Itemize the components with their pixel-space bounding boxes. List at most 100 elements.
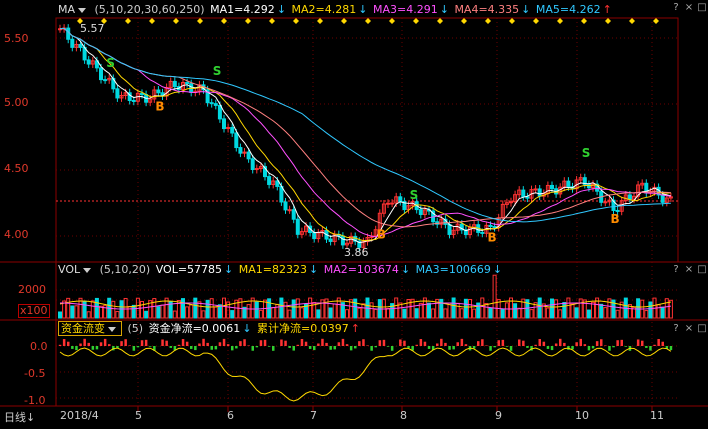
period-selector[interactable]: 日线↓ — [4, 409, 35, 425]
vol-selector[interactable]: VOL — [58, 263, 94, 276]
flow-bar — [198, 343, 201, 346]
flow-bar — [509, 346, 513, 351]
flow-bar — [263, 339, 267, 346]
volume-legend: VOL (5,10,20) VOL=57785 ↓ MA1=82323 ↓ MA2=… — [58, 263, 503, 276]
ma-line — [59, 27, 671, 238]
flow-bar — [653, 344, 656, 346]
flow-bar — [206, 342, 209, 346]
flow-bar — [190, 346, 193, 349]
close-icon[interactable]: × — [683, 2, 695, 13]
volume-bar — [254, 301, 259, 319]
event-marker — [557, 18, 563, 24]
event-marker — [413, 18, 419, 24]
flow-bar — [362, 339, 365, 346]
flow-selector[interactable]: 资金流变 — [58, 321, 122, 336]
volume-bar — [517, 307, 522, 319]
candle-body — [250, 158, 255, 171]
flow-line — [59, 347, 672, 402]
volume-bar — [94, 297, 99, 319]
chevron-down-icon[interactable] — [83, 267, 92, 273]
volume-bar — [484, 303, 489, 319]
flow-bar — [403, 340, 406, 346]
flow-bar — [128, 345, 131, 346]
volume-bar — [562, 302, 567, 319]
signal-marker: S — [213, 64, 222, 78]
volume-bar — [463, 298, 468, 319]
indicator-selector[interactable]: MA — [58, 3, 89, 16]
flow-bar — [477, 341, 480, 346]
flow-bar — [382, 339, 386, 346]
flow-cum: 累计净流=0.0397 — [257, 322, 349, 335]
volume-bar — [308, 297, 313, 319]
volume-bar — [591, 301, 595, 319]
event-marker — [317, 18, 323, 24]
flow-bar — [185, 341, 189, 346]
event-marker — [653, 18, 659, 24]
flow-bar — [341, 338, 345, 346]
candle-body — [254, 168, 259, 171]
candle-body — [140, 92, 144, 96]
ma5-value: MA5=4.262 — [535, 3, 601, 16]
help-icon[interactable]: ? — [670, 323, 682, 334]
flow-bar — [534, 344, 537, 346]
volume-bar — [586, 309, 591, 319]
flow-bar — [349, 346, 353, 351]
volume-bar — [115, 311, 120, 319]
candle-body — [238, 147, 243, 154]
price-tick: 5.50 — [4, 32, 29, 45]
flow-bar — [308, 346, 312, 349]
flow-bar — [210, 346, 213, 350]
volume-bar — [664, 298, 669, 319]
candle-body — [340, 235, 345, 246]
help-icon[interactable]: ? — [670, 264, 682, 275]
volume-bar — [160, 304, 165, 319]
candle-body — [213, 103, 218, 106]
chevron-down-icon[interactable] — [78, 7, 87, 13]
flow-bar — [345, 344, 349, 346]
volume-bar — [615, 309, 620, 319]
flow-bar — [542, 341, 546, 346]
flow-bar — [222, 338, 226, 346]
x-label: 8 — [400, 409, 407, 422]
maximize-icon[interactable]: □ — [696, 323, 708, 334]
flow-bar — [522, 340, 525, 346]
candle-body — [267, 176, 272, 185]
volume-bar — [74, 305, 79, 319]
volume-unit: x100 — [18, 304, 50, 318]
flow-bar — [243, 339, 246, 346]
candle-body — [550, 184, 554, 190]
flow-bar — [284, 340, 287, 346]
candle-body — [99, 67, 103, 81]
candle-body — [386, 202, 390, 205]
flow-bar — [108, 344, 111, 346]
help-icon[interactable]: ? — [670, 2, 682, 13]
flow-bar — [79, 343, 82, 346]
flow-bar — [518, 339, 521, 346]
candle-body — [390, 202, 395, 205]
flow-bar — [165, 340, 168, 346]
flow-legend: 资金流变 (5) 资金净流=0.0061 ↓ 累计净流=0.0397 ↑ — [58, 321, 362, 337]
candle-body — [172, 80, 177, 88]
event-marker — [245, 18, 251, 24]
x-label: 11 — [650, 409, 664, 422]
flow-bar — [87, 342, 90, 346]
close-icon[interactable]: × — [683, 264, 695, 275]
volume-bar — [668, 299, 673, 319]
ma1-value: MA1=4.292 — [210, 3, 275, 16]
flow-bar — [546, 346, 550, 349]
chevron-down-icon[interactable] — [108, 326, 116, 332]
flow-bar — [329, 346, 332, 350]
event-marker — [221, 18, 227, 24]
flow-bar — [226, 344, 230, 346]
maximize-icon[interactable]: □ — [696, 264, 708, 275]
flow-bar — [378, 340, 382, 346]
volume-bar — [578, 298, 583, 319]
flow-bar — [358, 341, 361, 346]
candle-body — [287, 209, 292, 212]
candle-body — [291, 209, 296, 220]
close-icon[interactable]: × — [683, 323, 695, 334]
flow-bar — [140, 340, 144, 346]
volume-bar — [459, 308, 464, 319]
flow-bar — [669, 346, 673, 351]
maximize-icon[interactable]: □ — [696, 2, 708, 13]
